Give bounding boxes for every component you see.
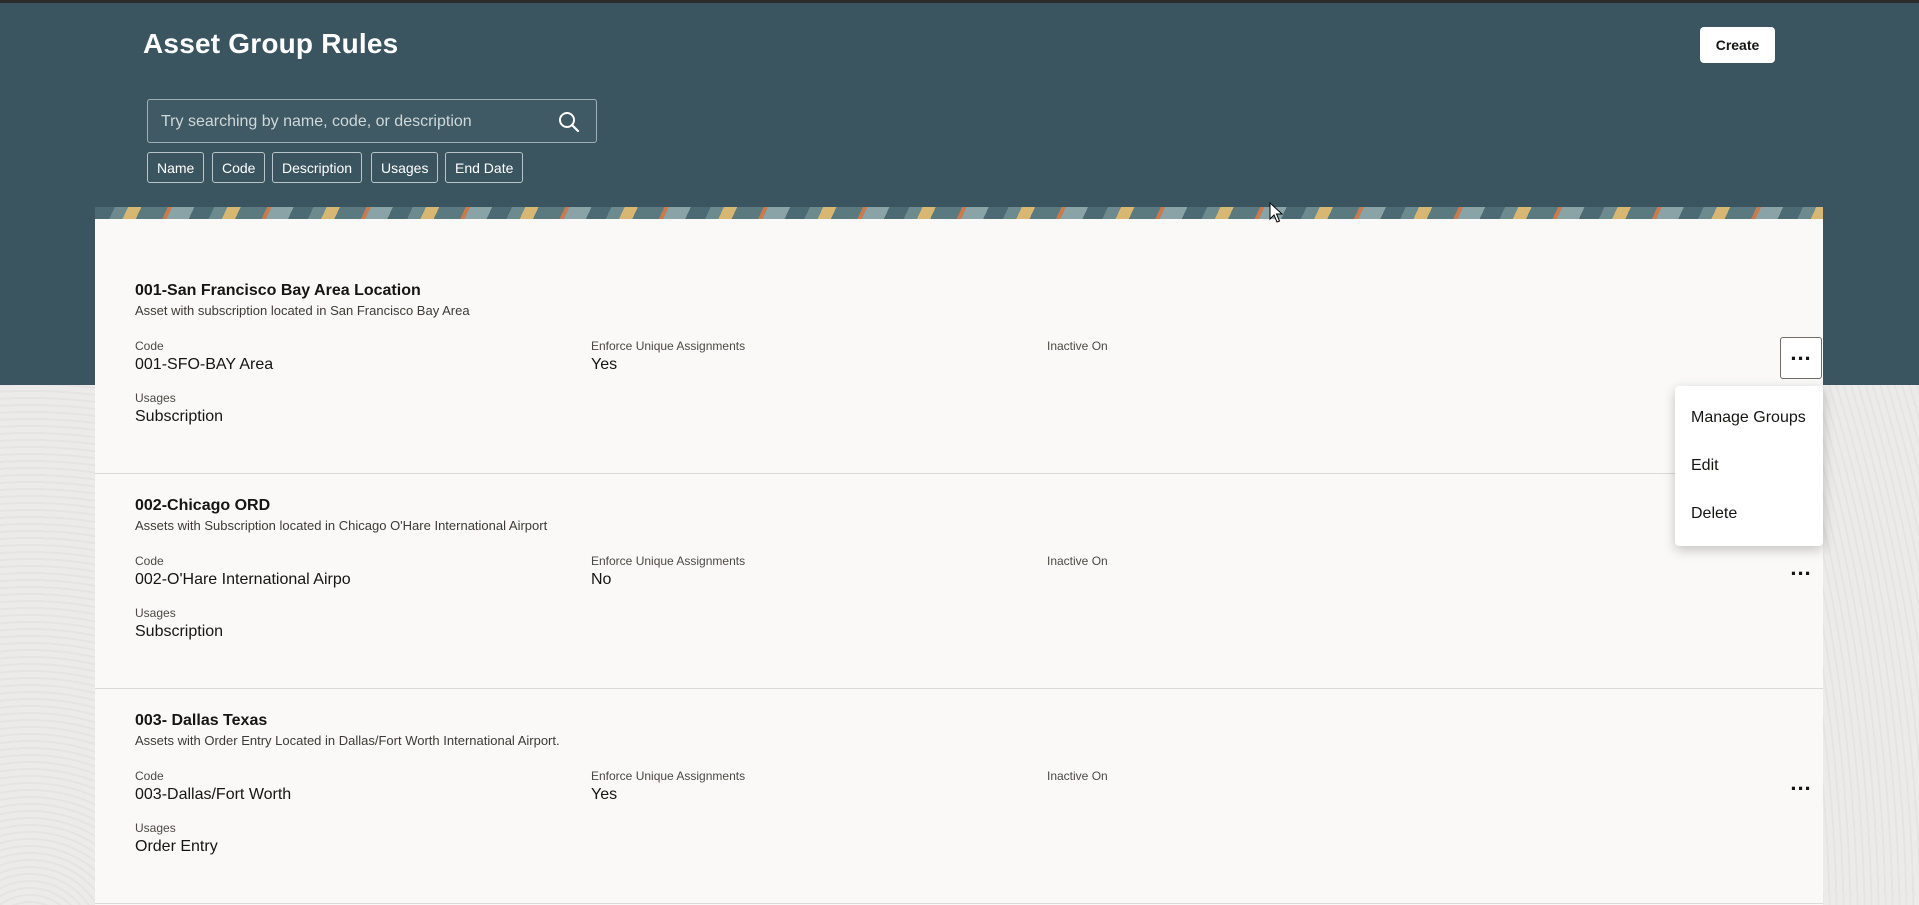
more-actions-icon: ... (1790, 770, 1812, 795)
search-placeholder: Try searching by name, code, or descript… (161, 113, 472, 130)
create-button[interactable]: Create (1700, 27, 1775, 63)
menu-item-edit[interactable]: Edit (1691, 457, 1719, 475)
rule-description: Assets with Order Entry Located in Dalla… (135, 733, 560, 748)
filter-chip-description[interactable]: Description (272, 152, 363, 183)
rule-title[interactable]: 003- Dallas Texas (135, 712, 267, 730)
enforce-label: Enforce Unique Assignments (591, 554, 746, 568)
page-title: Asset Group Rules (143, 28, 399, 59)
decorative-banner (95, 207, 1823, 219)
usages-value: Subscription (135, 623, 224, 640)
more-actions-button[interactable]: ... (1780, 767, 1822, 809)
filter-chip-usages[interactable]: Usages (371, 152, 439, 183)
more-actions-icon: ... (1790, 555, 1812, 580)
menu-item-delete[interactable]: Delete (1691, 505, 1737, 523)
filter-chip-name[interactable]: Name (147, 152, 205, 183)
search-icon[interactable] (558, 111, 580, 133)
enforce-value: Yes (591, 356, 618, 373)
more-actions-button[interactable]: ... (1780, 552, 1822, 594)
rules-list-panel: 001-San Francisco Bay Area Location Asse… (95, 207, 1823, 905)
inactive-label: Inactive On (1047, 339, 1108, 353)
inactive-label: Inactive On (1047, 769, 1108, 783)
usages-value: Order Entry (135, 838, 218, 855)
menu-item-manage-groups[interactable]: Manage Groups (1691, 409, 1806, 427)
code-label: Code (135, 554, 164, 568)
inactive-label: Inactive On (1047, 554, 1108, 568)
enforce-value: No (591, 571, 612, 588)
more-actions-button[interactable]: ... (1780, 337, 1822, 379)
mouse-cursor-icon (1269, 202, 1283, 223)
search-input[interactable]: Try searching by name, code, or descript… (147, 99, 597, 143)
more-actions-icon: ... (1790, 340, 1812, 365)
code-value: 001-SFO-BAY Area (135, 356, 274, 373)
rule-description: Asset with subscription located in San F… (135, 303, 470, 318)
actions-menu: Manage Groups Edit Delete (1675, 386, 1823, 546)
usages-value: Subscription (135, 408, 224, 425)
usages-label: Usages (135, 606, 176, 620)
rule-title[interactable]: 002-Chicago ORD (135, 497, 270, 515)
rule-title[interactable]: 001-San Francisco Bay Area Location (135, 282, 421, 300)
code-label: Code (135, 769, 164, 783)
rule-description: Assets with Subscription located in Chic… (135, 518, 548, 533)
enforce-label: Enforce Unique Assignments (591, 769, 746, 783)
enforce-value: Yes (591, 786, 618, 803)
usages-label: Usages (135, 391, 176, 405)
code-value: 003-Dallas/Fort Worth (135, 786, 292, 803)
code-value: 002-O'Hare International Airpo (135, 571, 351, 588)
rule-card: 003- Dallas Texas Assets with Order Entr… (95, 689, 1823, 904)
filter-chip-end-date[interactable]: End Date (445, 152, 524, 183)
filter-chip-code[interactable]: Code (212, 152, 266, 183)
rule-card: 001-San Francisco Bay Area Location Asse… (95, 259, 1823, 474)
code-label: Code (135, 339, 164, 353)
enforce-label: Enforce Unique Assignments (591, 339, 746, 353)
rule-card: 002-Chicago ORD Assets with Subscription… (95, 474, 1823, 689)
usages-label: Usages (135, 821, 176, 835)
